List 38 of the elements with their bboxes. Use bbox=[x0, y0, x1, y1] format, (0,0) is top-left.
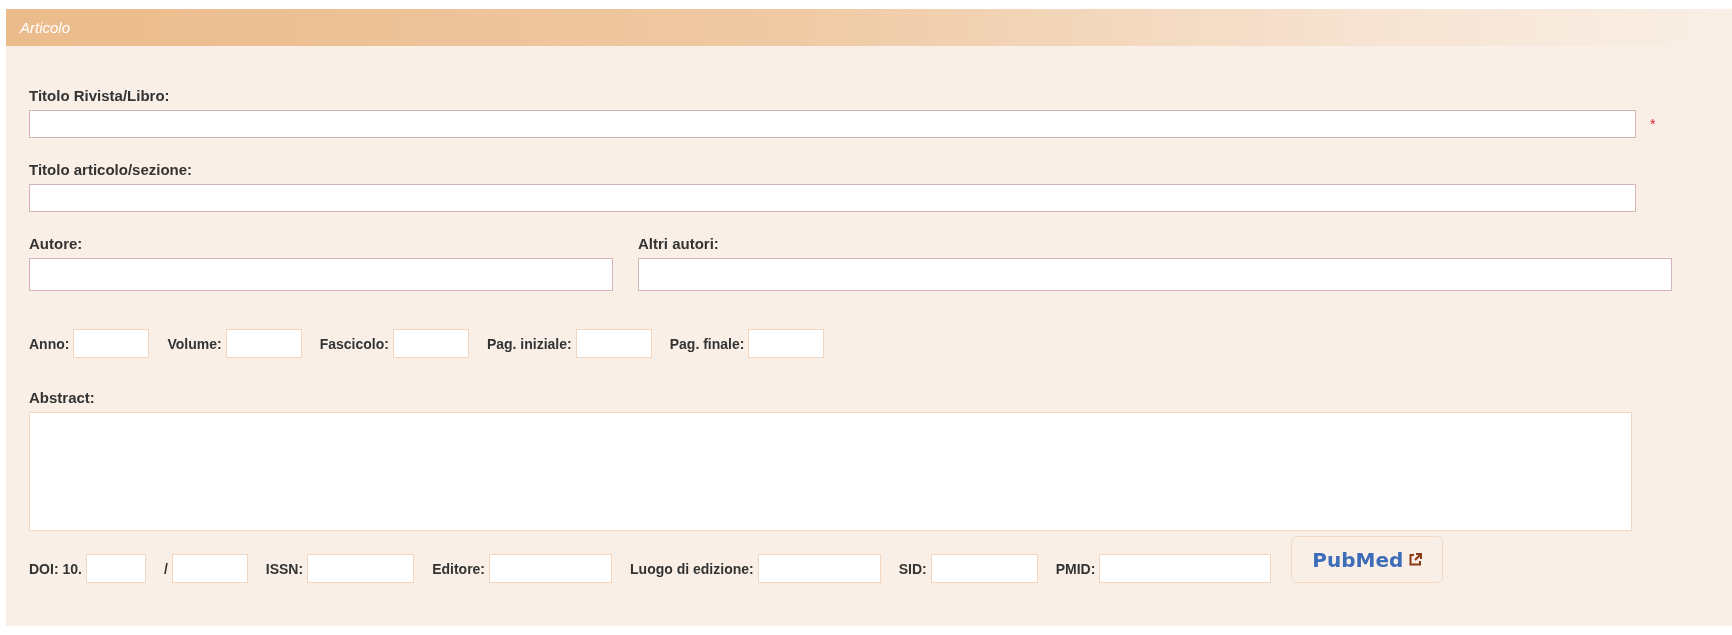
field-label: Volume: bbox=[167, 335, 222, 352]
field-label: Anno: bbox=[29, 335, 70, 352]
field-label: DOI: 10. bbox=[29, 560, 82, 577]
text-field[interactable] bbox=[489, 554, 613, 583]
field-label: ISSN: bbox=[265, 560, 304, 577]
field-label: Pag. finale: bbox=[669, 335, 745, 352]
required-mark: * bbox=[1650, 116, 1656, 132]
text-field[interactable] bbox=[575, 329, 652, 358]
text-field[interactable] bbox=[307, 554, 415, 583]
text-field[interactable] bbox=[930, 554, 1038, 583]
pubmed-button[interactable]: PubMed bbox=[1291, 536, 1444, 583]
field-label: Autore: bbox=[29, 235, 84, 252]
field-label: SID: bbox=[898, 560, 927, 577]
field-label: PMID: bbox=[1055, 560, 1096, 577]
field-label: Titolo articolo/sezione: bbox=[29, 161, 194, 178]
field-label: Pag. iniziale: bbox=[486, 335, 572, 352]
field-label: Luogo di edizione: bbox=[630, 560, 754, 577]
text-field[interactable] bbox=[29, 184, 1636, 212]
field-label: Abstract: bbox=[29, 389, 96, 406]
field-label: Altri autori: bbox=[638, 235, 720, 252]
text-field[interactable] bbox=[1099, 554, 1272, 583]
text-field[interactable] bbox=[73, 329, 150, 358]
text-field[interactable] bbox=[225, 329, 302, 358]
text-area[interactable] bbox=[29, 412, 1632, 531]
text-field[interactable] bbox=[392, 329, 469, 358]
section-title: Articolo bbox=[20, 19, 71, 36]
text-field[interactable] bbox=[757, 554, 881, 583]
field-label: Fascicolo: bbox=[319, 335, 389, 352]
external-link-icon bbox=[1409, 553, 1423, 566]
text-field[interactable] bbox=[171, 554, 248, 583]
text-field[interactable] bbox=[638, 258, 1672, 291]
field-label: / bbox=[163, 560, 168, 577]
text-field[interactable] bbox=[29, 110, 1636, 138]
field-label: Titolo Rivista/Libro: bbox=[29, 87, 171, 104]
text-field[interactable] bbox=[85, 554, 146, 583]
text-field[interactable] bbox=[29, 258, 613, 291]
text-field[interactable] bbox=[748, 329, 825, 358]
field-label: Editore: bbox=[432, 560, 486, 577]
